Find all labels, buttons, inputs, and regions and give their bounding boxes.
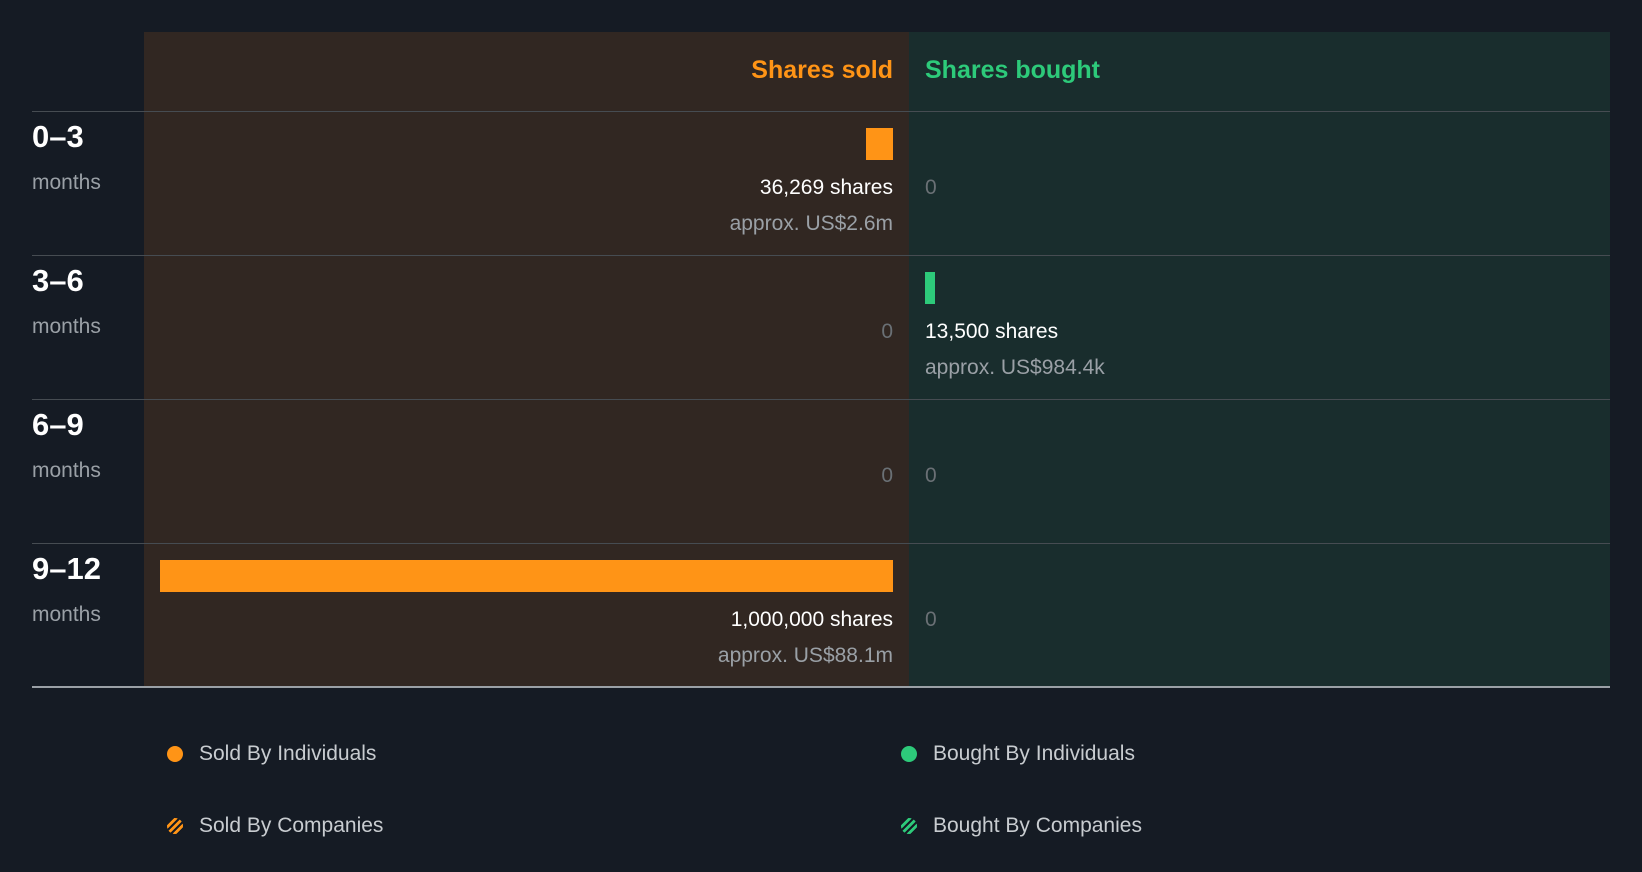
- legend-item[interactable]: Bought By Companies: [901, 811, 1142, 841]
- striped-swatch-icon: [901, 818, 917, 834]
- legend-item[interactable]: Sold By Companies: [167, 811, 383, 841]
- row-divider: [32, 399, 1610, 400]
- bought-shares-value: 0: [925, 464, 937, 487]
- dot-swatch-icon: [167, 746, 183, 762]
- bought-bar: [925, 272, 935, 304]
- sold-shares-value: 36,269 shares: [759, 176, 893, 199]
- sold-bar: [866, 128, 893, 160]
- legend-item[interactable]: Sold By Individuals: [167, 739, 376, 769]
- period-unit-label: months: [32, 171, 101, 194]
- period-unit-label: months: [32, 603, 101, 626]
- shares-bought-header: Shares bought: [925, 56, 1101, 84]
- shares-sold-header: Shares sold: [751, 56, 893, 84]
- sold-bar: [160, 560, 893, 592]
- legend-label: Sold By Companies: [199, 814, 384, 837]
- bought-shares-value: 0: [925, 176, 937, 199]
- sold-approx-value: approx. US$2.6m: [729, 212, 893, 235]
- period-label: 9–12: [32, 551, 101, 586]
- period-unit-label: months: [32, 315, 101, 338]
- sold-shares-value: 0: [881, 320, 893, 343]
- striped-swatch-icon: [167, 818, 183, 834]
- period-label: 6–9: [32, 407, 84, 442]
- row-divider: [32, 255, 1610, 256]
- legend-label: Bought By Companies: [933, 814, 1142, 837]
- period-unit-label: months: [32, 459, 101, 482]
- legend-label: Sold By Individuals: [199, 742, 377, 765]
- insider-trading-chart: Shares sold Shares bought 0–3 months 36,26…: [0, 0, 1642, 700]
- sold-shares-value: 0: [881, 464, 893, 487]
- row-divider: [32, 111, 1610, 112]
- bought-approx-value: approx. US$984.4k: [925, 356, 1105, 379]
- period-label: 3–6: [32, 263, 84, 298]
- bought-shares-value: 0: [925, 608, 937, 631]
- period-label: 0–3: [32, 119, 84, 154]
- sold-shares-value: 1,000,000 shares: [730, 608, 893, 631]
- dot-swatch-icon: [901, 746, 917, 762]
- bought-shares-value: 13,500 shares: [925, 320, 1059, 343]
- row-divider: [32, 543, 1610, 544]
- chart-baseline: [32, 686, 1610, 688]
- legend-item[interactable]: Bought By Individuals: [901, 739, 1135, 769]
- legend-label: Bought By Individuals: [933, 742, 1135, 765]
- sold-approx-value: approx. US$88.1m: [717, 644, 893, 667]
